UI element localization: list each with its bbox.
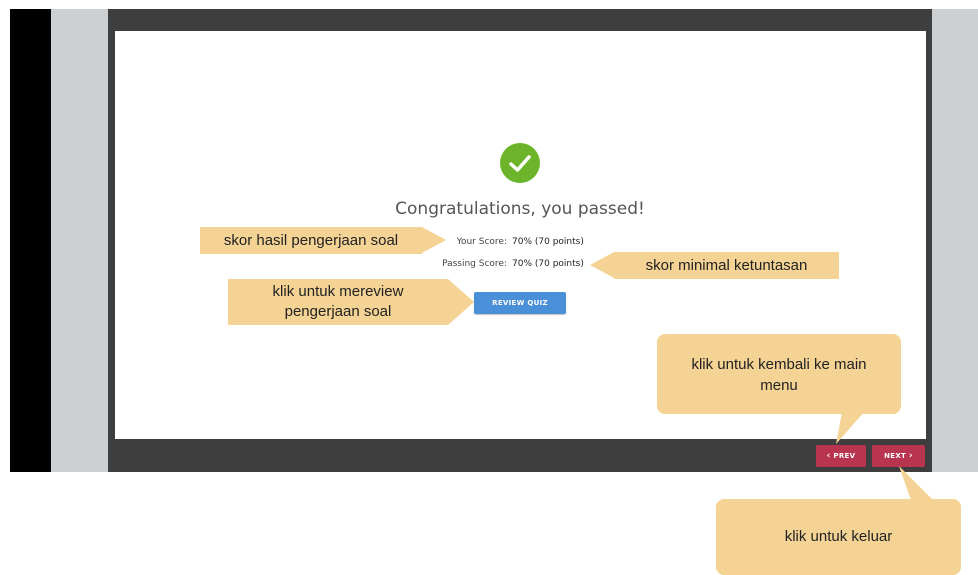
review-note-line1: klik untuk mereview [272,283,404,300]
left-side-panel [51,9,108,472]
right-side-panel [932,9,978,472]
your-score-value: 70% (70 points) [512,237,584,247]
menu-note-line2: menu [760,377,798,394]
score-note-arrow [422,227,446,253]
menu-note-tail [836,412,864,444]
next-button[interactable]: NEXT › [872,445,925,467]
passing-note-arrow [590,252,614,278]
exit-note-callout: klik untuk keluar [716,499,961,575]
review-note-line2: pengerjaan soal [284,303,392,320]
review-note-callout: klik untuk mereview pengerjaan soal [228,279,448,325]
exit-note-tail [899,466,933,500]
result-title: Congratulations, you passed! [395,199,645,219]
score-note-text: skor hasil pengerjaan soal [223,232,399,249]
prev-button[interactable]: ‹ PREV [816,445,866,467]
exit-note-text: klik untuk keluar [784,528,893,545]
review-quiz-button[interactable]: REVIEW QUIZ [474,292,566,314]
passing-score-label: Passing Score: [442,259,507,269]
check-circle-icon [500,143,540,183]
menu-note-line1: klik untuk kembali ke main [691,356,867,373]
menu-note-callout: klik untuk kembali ke main menu [657,334,901,414]
passing-note-text: skor minimal ketuntasan [645,257,808,274]
chevron-right-icon: › [908,451,913,461]
score-note-callout: skor hasil pengerjaan soal [200,227,422,254]
chevron-left-icon: ‹ [826,451,831,461]
next-button-label: NEXT [884,452,907,460]
review-note-arrow [448,279,474,325]
passing-score-value: 70% (70 points) [512,259,584,269]
passing-note-callout: skor minimal ketuntasan [614,252,839,279]
prev-button-label: PREV [833,452,856,460]
left-border [10,9,51,472]
